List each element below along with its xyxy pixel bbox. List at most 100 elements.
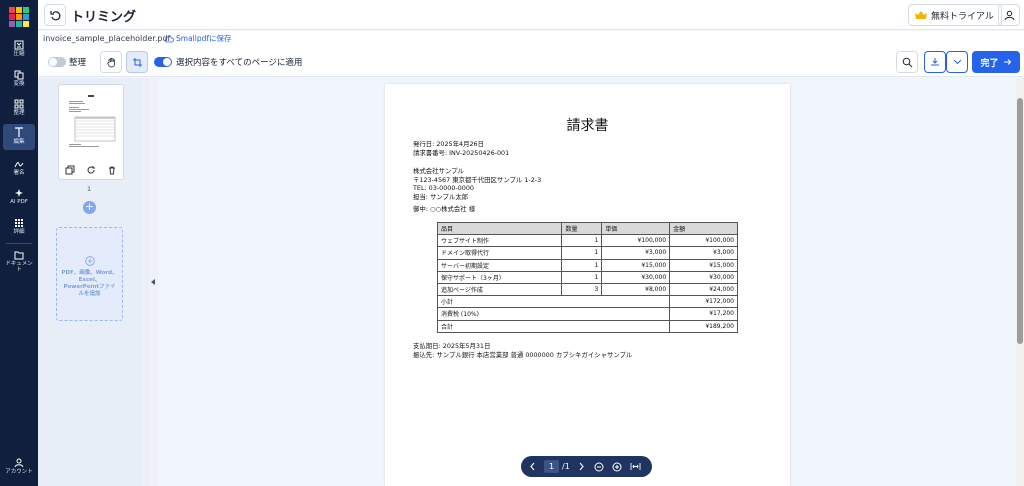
table-cell: ウェブサイト制作 — [436, 234, 563, 248]
table-cell: 追加ページ作成 — [436, 282, 563, 297]
search-button[interactable] — [896, 51, 918, 73]
table-cell: ¥30,000 — [669, 270, 738, 284]
nav-label-account: アカウント — [5, 469, 33, 475]
page-number-input[interactable]: 1 — [544, 460, 559, 473]
rotate-icon[interactable] — [86, 165, 96, 175]
sign-icon — [14, 162, 24, 168]
thumbnail-preview — [63, 89, 119, 159]
table-cell: ¥15,000 — [601, 258, 671, 272]
nav-label-more: 詳細 — [13, 229, 25, 235]
save-to-smallpdf-link[interactable]: Smallpdfに保存 — [164, 33, 232, 44]
table-cell: ¥30,000 — [601, 270, 671, 284]
table-header-row: 品目 数量 単価 金額 — [436, 221, 738, 236]
nav-label-edit: 編集 — [13, 139, 25, 145]
download-icon — [931, 58, 939, 66]
document-folder-icon — [14, 251, 24, 260]
page-navigator: 1 /1 — [521, 456, 652, 477]
nav-label-sign: 署名 — [13, 170, 25, 176]
tax-row: 消費税 (10%) ¥17,200 — [436, 307, 738, 321]
table-cell: サーバー初期設定 — [436, 258, 563, 272]
fit-width-icon — [630, 463, 641, 470]
zoom-in-icon — [612, 462, 622, 471]
tax-value: ¥17,200 — [669, 307, 738, 321]
collapse-panel-handle[interactable] — [148, 78, 158, 486]
column-header: 単価 — [601, 221, 671, 236]
app-logo[interactable] — [9, 7, 29, 27]
nav-item-ai-pdf[interactable]: AI PDF — [3, 186, 35, 214]
thumbnail-panel: 1 + PDF、画像、Word、Excel、PowerPointファイルを追加 — [38, 78, 148, 486]
grid-icon — [15, 219, 23, 227]
table-cell: ¥100,000 — [669, 234, 738, 248]
scrollbar-thumb[interactable] — [1017, 98, 1023, 344]
add-page-button[interactable]: + — [83, 201, 96, 214]
done-label: 完了 — [980, 58, 999, 69]
document-canvas: 請求書 発行日: 2025年4月26日 請求書番号: INV-20250426-… — [158, 78, 1016, 486]
table-cell: 3 — [561, 282, 603, 297]
crop-tool-button[interactable] — [126, 51, 148, 73]
zoom-out-button[interactable] — [594, 462, 604, 472]
company-contact: 担当: サンプル太郎 — [413, 192, 469, 201]
table-cell: ¥24,000 — [669, 282, 738, 297]
nav-label-documents: ドキュメント — [5, 261, 33, 273]
cloud-icon — [164, 35, 174, 42]
thumbnail-scrollbar[interactable] — [141, 78, 147, 486]
done-button[interactable]: 完了 — [972, 51, 1020, 73]
account-icon — [14, 458, 24, 468]
dropzone-text: PDF、画像、Word、Excel、PowerPointファイルを追加 — [61, 270, 118, 297]
prev-page-button[interactable] — [529, 462, 536, 471]
page-title: トリミング — [71, 10, 137, 25]
fit-width-button[interactable] — [630, 462, 641, 471]
invoice-meta: 発行日: 2025年4月26日 請求書番号: INV-20250426-001 — [413, 140, 509, 157]
trash-icon[interactable] — [107, 165, 117, 175]
sender-info: 株式会社サンプル 〒123-4567 東京都千代田区サンプル 1-2-3 TEL… — [413, 167, 541, 201]
tax-label: 消費税 (10%) — [436, 307, 671, 321]
table-row: ウェブサイト制作 1 ¥100,000 ¥100,000 — [436, 234, 738, 248]
zoom-in-button[interactable] — [612, 462, 622, 472]
download-options-button[interactable] — [946, 51, 968, 73]
nav-item-convert[interactable]: 変換 — [3, 68, 35, 96]
free-trial-button[interactable]: 無料トライアル — [908, 4, 1002, 26]
page-thumbnail[interactable] — [58, 84, 124, 180]
left-nav: 圧縮 変換 整理 編集 署名 AI PDF 詳細 ドキュメント アカウント — [0, 0, 38, 486]
convert-icon — [14, 70, 24, 80]
next-page-button[interactable] — [578, 462, 585, 471]
pdf-page[interactable]: 請求書 発行日: 2025年4月26日 請求書番号: INV-20250426-… — [385, 84, 790, 486]
table-cell: ¥15,000 — [669, 258, 738, 272]
account-button[interactable] — [998, 4, 1020, 26]
nav-item-sign[interactable]: 署名 — [3, 157, 35, 185]
duplicate-icon[interactable] — [65, 165, 75, 175]
table-row: 追加ページ作成 3 ¥8,000 ¥24,000 — [436, 282, 738, 297]
subtotal-label: 小計 — [436, 295, 671, 309]
nav-item-compress[interactable]: 圧縮 — [3, 38, 35, 66]
nav-label-ai-pdf: AI PDF — [10, 199, 28, 205]
nav-item-edit[interactable]: 編集 — [3, 124, 35, 150]
table-cell: ¥8,000 — [601, 282, 671, 297]
add-files-dropzone[interactable]: PDF、画像、Word、Excel、PowerPointファイルを追加 — [56, 227, 123, 321]
toolbar: 整理 選択内容をすべてのページに適用 完了 — [38, 47, 1024, 77]
toggle-knob — [163, 58, 171, 66]
total-value: ¥189,200 — [669, 319, 738, 333]
invoice-title: 請求書 — [566, 118, 609, 134]
compress-icon — [14, 40, 24, 50]
undo-arrow-icon — [49, 10, 60, 20]
table-cell: 1 — [561, 258, 603, 272]
apply-all-pages-toggle[interactable] — [154, 57, 172, 67]
chevron-left-icon — [530, 462, 535, 471]
thumbnail-page-number: 1 — [87, 185, 92, 193]
nav-item-organize[interactable]: 整理 — [3, 97, 35, 125]
organize-toggle[interactable] — [48, 57, 66, 67]
main-scrollbar[interactable] — [1016, 78, 1024, 486]
edit-text-icon — [15, 127, 23, 137]
nav-item-account[interactable]: アカウント — [3, 456, 35, 486]
back-button[interactable] — [44, 4, 66, 26]
download-button[interactable] — [924, 51, 946, 73]
search-icon — [902, 57, 912, 67]
table-row: 保守サポート（3ヶ月） 1 ¥30,000 ¥30,000 — [436, 270, 738, 284]
hand-tool-button[interactable] — [100, 51, 122, 73]
save-to-smallpdf-label: Smallpdfに保存 — [176, 34, 232, 43]
organize-label: 整理 — [69, 58, 87, 68]
nav-label-convert: 変換 — [13, 81, 25, 87]
nav-item-more[interactable]: 詳細 — [3, 216, 35, 244]
free-trial-label: 無料トライアル — [931, 11, 994, 22]
nav-item-documents[interactable]: ドキュメント — [3, 248, 35, 286]
